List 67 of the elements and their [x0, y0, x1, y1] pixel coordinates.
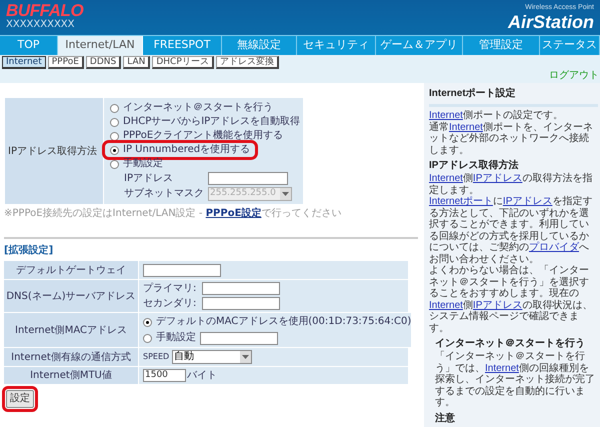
field-label: Internet側MTU値	[4, 367, 138, 384]
sub-tab[interactable]: PPPoE	[48, 56, 84, 69]
link[interactable]: Internet	[485, 362, 519, 374]
link[interactable]: IPアドレス	[472, 300, 522, 310]
input-field[interactable]	[200, 332, 278, 344]
dropdown-icon	[280, 188, 291, 200]
link[interactable]: Internet	[429, 110, 463, 121]
sub-tab[interactable]: アドレス変換	[216, 56, 279, 69]
sub-tab[interactable]: Internet	[2, 56, 46, 69]
input-field[interactable]: 1500	[143, 369, 186, 382]
help-heading: 注意	[434, 412, 456, 424]
link[interactable]: IPアドレス	[502, 196, 552, 207]
link[interactable]: Internet	[449, 122, 483, 132]
field-label: DNS(ネーム)サーバアドレス	[4, 280, 138, 312]
link[interactable]: Internetポート	[429, 196, 493, 207]
radio-button[interactable]	[143, 318, 152, 326]
help-heading: Internetポート設定	[429, 88, 517, 100]
unit-label: バイト	[187, 370, 217, 382]
help-text: 「インターネット＠スタートを行う」では、Internet側の回線種別を探索し、インターネット接続が完了するまでの設定を自動的に行います。	[434, 351, 596, 408]
help-text: よくわからない場合は、「インターネット＠スタートを行う」を選択することをおすすめします。現在の Internet側IPアドレスの取得状況は、システム情報ページで確認できます。	[429, 265, 594, 334]
option-label: PPPoEクライアント機能を使用する	[123, 130, 284, 142]
field-label: サブネットマスク	[124, 188, 205, 200]
help-text: Internetポート にIPアドレスを指定する方法として、下記のいずれかを選択することができます。利用している回線がどの方式を採用しているかについては、ご契約のプロバイダへお問い合わせください。	[429, 196, 594, 264]
radio-button[interactable]	[110, 146, 119, 154]
section-title: [拡張設定]	[4, 244, 54, 258]
radio-button[interactable]	[143, 334, 152, 342]
link[interactable]: プロバイダ	[529, 242, 579, 253]
device-name: XXXXXXXXXX	[6, 19, 75, 31]
radio-button[interactable]	[110, 118, 119, 126]
link[interactable]: IPアドレス	[472, 173, 522, 184]
dropdown-icon	[240, 351, 252, 363]
option-label: DHCPサーバからIPアドレスを自動取得	[123, 116, 300, 128]
sub-tab[interactable]: LAN	[123, 56, 150, 69]
help-text: Internet側IPアドレスの取得方法を指定します。	[429, 173, 594, 196]
link[interactable]: PPPoE設定	[206, 208, 262, 219]
input-field[interactable]	[143, 264, 221, 276]
product-name: AirStation	[508, 12, 594, 32]
select-field[interactable]: 自動	[172, 350, 252, 364]
input-field[interactable]	[208, 172, 288, 185]
field-label: デフォルトゲートウェイ	[4, 261, 138, 279]
help-heading: インターネット＠スタートを行う	[434, 338, 586, 350]
field-label: プライマリ:	[143, 282, 198, 294]
option-label: IP Unnumberedを使用する	[123, 144, 250, 156]
help-text: Internet側ポートの設定です。	[429, 110, 564, 122]
input-field[interactable]	[202, 282, 280, 295]
help-heading: IPアドレス取得方法	[429, 160, 520, 172]
field-label: Internet側MACアドレス	[4, 313, 138, 347]
input-field[interactable]	[202, 297, 280, 310]
radio-button[interactable]	[110, 104, 119, 112]
option-label: インターネット＠スタートを行う	[123, 102, 273, 114]
option-label: 手動設定	[123, 158, 163, 170]
field-label: Internet側有線の通信方式	[4, 348, 138, 366]
field-label: IPアドレス取得方法	[5, 98, 103, 204]
link[interactable]: Internet	[429, 300, 463, 310]
field-label: IPアドレス	[124, 172, 174, 184]
option-label: 手動設定	[156, 332, 196, 344]
link[interactable]: Internet	[429, 173, 463, 184]
nav-tab[interactable]: Internet/LAN	[58, 36, 143, 55]
sub-tab[interactable]: DDNS	[86, 56, 122, 69]
note-text: ※PPPoE接続先の設定はInternet/LAN設定 - PPPoE設定で行ってください	[4, 207, 342, 221]
field-label: セカンダリ:	[143, 298, 198, 310]
radio-button[interactable]	[110, 132, 119, 140]
option-label: デフォルトのMACアドレスを使用(00:1D:73:75:64:C0)	[156, 316, 412, 328]
logo: BUFFALO	[6, 2, 84, 19]
field-label: SPEED	[143, 351, 170, 363]
sub-tab[interactable]: DHCPリース	[152, 56, 214, 69]
help-text: 通常Internet側ポートを、インターネットなど外部のネットワークへ接続します。	[429, 122, 594, 156]
